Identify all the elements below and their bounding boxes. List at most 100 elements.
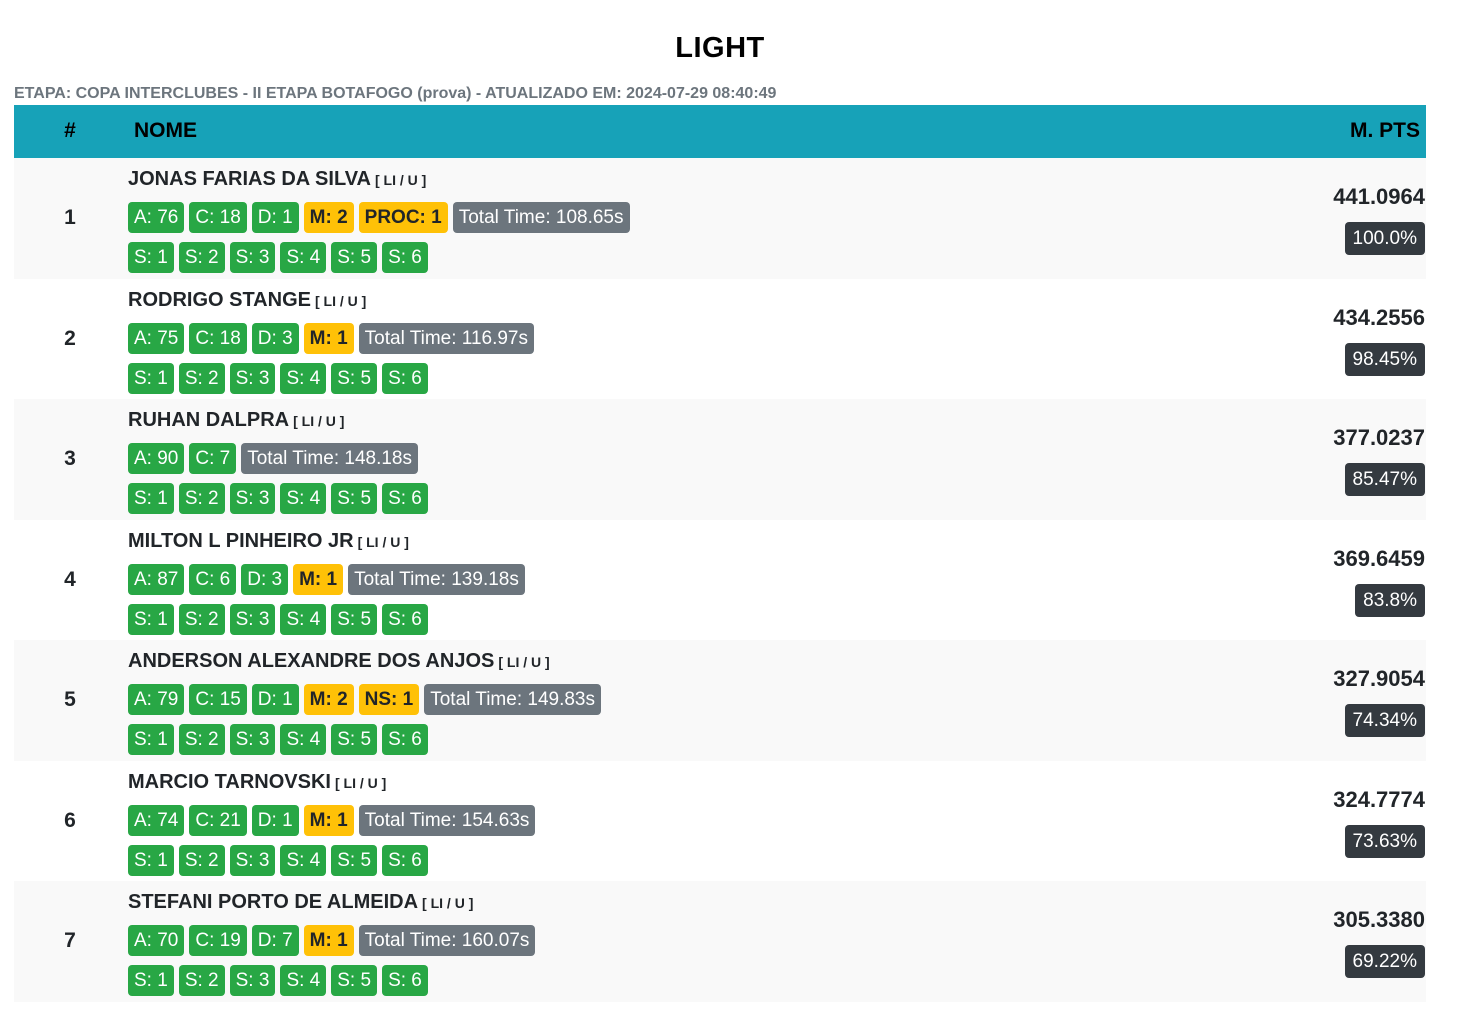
competitor-name: RUHAN DALPRA <box>128 409 290 431</box>
score-badge: Total Time: 116.97s <box>358 322 535 354</box>
stage-badge[interactable]: S: 2 <box>178 965 225 996</box>
score-badge: C: 19 <box>189 925 247 956</box>
competitor-name: RODRIGO STANGE <box>128 288 311 311</box>
score-badge: D: 3 <box>241 563 289 595</box>
stage-badge[interactable]: S: 2 <box>178 844 225 876</box>
score-badge: Total Time: 148.18s <box>241 443 418 474</box>
rank-cell: 4 <box>64 567 76 591</box>
stage-badge[interactable]: S: 1 <box>128 844 174 876</box>
column-header-points: M. PTS <box>1349 119 1420 142</box>
competitor-category: [ LI / U ] <box>498 654 550 670</box>
score-badge: C: 18 <box>189 322 247 354</box>
stage-badge[interactable]: S: 6 <box>382 965 428 996</box>
stage-badge[interactable]: S: 6 <box>382 603 428 635</box>
score-badge: C: 15 <box>189 684 247 715</box>
competitor-name: ANDERSON ALEXANDRE DOS ANJOS <box>128 650 495 672</box>
stage-badge[interactable]: S: 4 <box>280 483 327 514</box>
rank-cell: 7 <box>64 929 76 952</box>
table-body: 1 JONAS FARIAS DA SILVA[ LI / U ] A: 76 C: … <box>14 158 1426 1002</box>
competitor-name: JONAS FARIAS DA SILVA <box>128 168 371 190</box>
stage-badge[interactable]: S: 3 <box>229 844 276 876</box>
score-badge: M: 1 <box>303 804 354 836</box>
page-title: LIGHT <box>675 32 765 64</box>
stage-badge[interactable]: S: 5 <box>331 844 378 876</box>
rank-cell: 5 <box>64 688 76 711</box>
score-badges: A: 70 C: 19 D: 7 M: 1 Total Time: 160.07s <box>128 925 536 956</box>
stage-badge[interactable]: S: 1 <box>128 483 174 514</box>
score-badge: A: 90 <box>128 443 185 474</box>
stage-badge[interactable]: S: 5 <box>331 483 378 514</box>
stage-badge[interactable]: S: 3 <box>229 242 276 273</box>
stage-badge[interactable]: S: 2 <box>178 483 225 514</box>
score-badge: A: 70 <box>128 925 185 956</box>
score-badge: Total Time: 108.65s <box>452 202 630 233</box>
stage-badge[interactable]: S: 1 <box>128 362 174 394</box>
stage-badge[interactable]: S: 4 <box>280 242 327 273</box>
points-value: 434.2556 <box>1333 304 1425 330</box>
competitor-name: STEFANI PORTO DE ALMEIDA <box>128 891 419 913</box>
stage-badge[interactable]: S: 4 <box>280 844 327 876</box>
stage-badge[interactable]: S: 4 <box>280 724 327 755</box>
score-badges: A: 90 C: 7 Total Time: 148.18s <box>128 443 418 474</box>
rank-cell: 3 <box>64 447 76 470</box>
percent-badge: 69.22% <box>1344 945 1425 978</box>
stage-badge[interactable]: S: 1 <box>128 603 174 635</box>
competitor-name-line: MARCIO TARNOVSKI[ LI / U ] <box>128 771 386 794</box>
score-badge: M: 2 <box>303 202 354 233</box>
stage-badge[interactable]: S: 2 <box>178 724 225 755</box>
stage-badge[interactable]: S: 5 <box>331 362 378 394</box>
points-value: 327.9054 <box>1333 666 1425 691</box>
stage-badge[interactable]: S: 5 <box>331 724 378 755</box>
stage-badge[interactable]: S: 6 <box>382 483 428 514</box>
stage-badge[interactable]: S: 4 <box>280 603 327 635</box>
score-badges: A: 79 C: 15 D: 1 M: 2 NS: 1 Total Time: 149.8… <box>128 684 601 715</box>
competitor-category: [ LI / U ] <box>314 292 367 309</box>
stage-badge[interactable]: S: 2 <box>178 603 225 635</box>
rank-cell: 1 <box>64 206 76 229</box>
stage-badge[interactable]: S: 3 <box>229 483 276 514</box>
stage-badge[interactable]: S: 3 <box>229 724 276 755</box>
percent-badge: 83.8% <box>1355 583 1425 617</box>
stage-badges: S: 1 S: 2 S: 3 S: 4 S: 5 S: 6 <box>128 362 428 394</box>
score-badge: C: 21 <box>189 804 247 836</box>
score-badge: A: 74 <box>128 804 185 836</box>
stage-badge[interactable]: S: 1 <box>128 965 174 996</box>
score-badge: D: 1 <box>251 804 299 836</box>
stage-badge[interactable]: S: 4 <box>280 965 327 996</box>
stage-badge[interactable]: S: 3 <box>229 362 276 394</box>
table-row: 1 JONAS FARIAS DA SILVA[ LI / U ] A: 76 C: … <box>14 158 1426 279</box>
stage-badges: S: 1 S: 2 S: 3 S: 4 S: 5 S: 6 <box>128 483 428 514</box>
stage-badge[interactable]: S: 1 <box>128 242 174 273</box>
points-value: 369.6459 <box>1333 545 1425 571</box>
stage-info: ETAPA: COPA INTERCLUBES - II ETAPA BOTAF… <box>14 85 777 102</box>
score-badge: M: 1 <box>293 563 344 595</box>
stage-badge[interactable]: S: 1 <box>128 724 174 755</box>
score-badge: PROC: 1 <box>358 202 448 233</box>
score-badge: C: 7 <box>189 443 237 474</box>
rank-cell: 2 <box>64 326 76 350</box>
stage-badge[interactable]: S: 5 <box>331 965 378 996</box>
score-badge: D: 1 <box>251 202 299 233</box>
stage-badge[interactable]: S: 5 <box>331 242 378 273</box>
score-badge: NS: 1 <box>358 684 420 715</box>
stage-badges: S: 1 S: 2 S: 3 S: 4 S: 5 S: 6 <box>128 965 428 996</box>
score-badge: C: 18 <box>189 202 247 233</box>
stage-badges: S: 1 S: 2 S: 3 S: 4 S: 5 S: 6 <box>128 242 428 273</box>
stage-badge[interactable]: S: 5 <box>331 603 378 635</box>
stage-badge[interactable]: S: 3 <box>229 965 276 996</box>
points-value: 324.7774 <box>1333 786 1425 812</box>
stage-badge[interactable]: S: 6 <box>382 844 428 876</box>
table-row: 5 ANDERSON ALEXANDRE DOS ANJOS[ LI / U ] A… <box>14 640 1426 761</box>
competitor-name-line: STEFANI PORTO DE ALMEIDA[ LI / U ] <box>128 891 473 914</box>
table-row: 4 MILTON L PINHEIRO JR[ LI / U ] A: 87 C: 6… <box>14 519 1426 640</box>
stage-badge[interactable]: S: 6 <box>382 362 428 394</box>
stage-badge[interactable]: S: 2 <box>178 362 225 394</box>
stage-badge[interactable]: S: 4 <box>280 362 327 394</box>
stage-badge[interactable]: S: 6 <box>382 724 428 755</box>
score-badge: A: 76 <box>128 202 185 233</box>
stage-badge[interactable]: S: 3 <box>229 603 276 635</box>
stage-badge[interactable]: S: 2 <box>178 242 225 273</box>
competitor-category: [ LI / U ] <box>334 774 387 791</box>
stage-badge[interactable]: S: 6 <box>382 242 428 273</box>
competitor-name: MARCIO TARNOVSKI <box>128 770 331 793</box>
